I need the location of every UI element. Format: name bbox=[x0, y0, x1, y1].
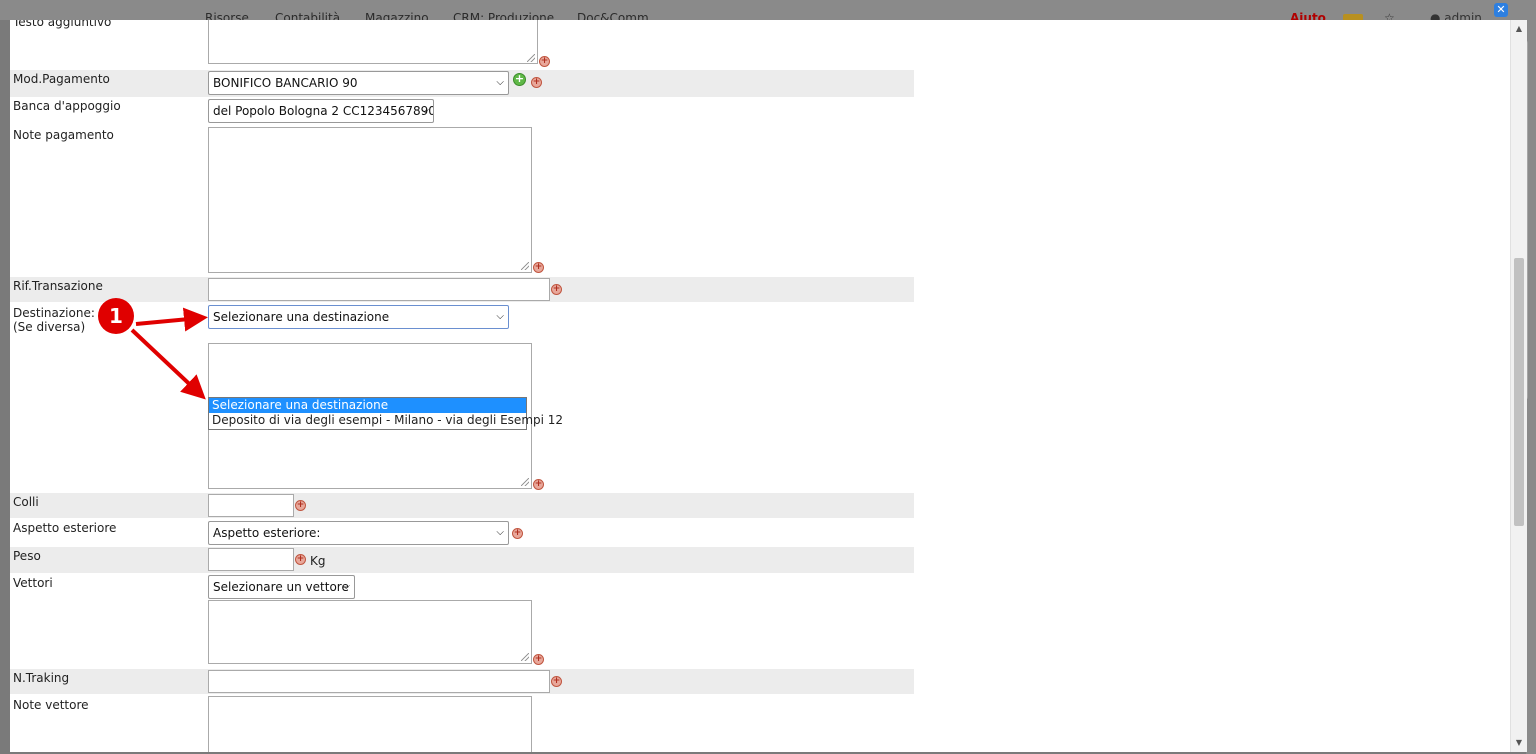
step-number-badge: 1 bbox=[98, 298, 134, 334]
annotation-arrows bbox=[130, 307, 208, 400]
arrow-to-select bbox=[135, 307, 208, 332]
arrow-to-dropdown bbox=[130, 328, 206, 400]
